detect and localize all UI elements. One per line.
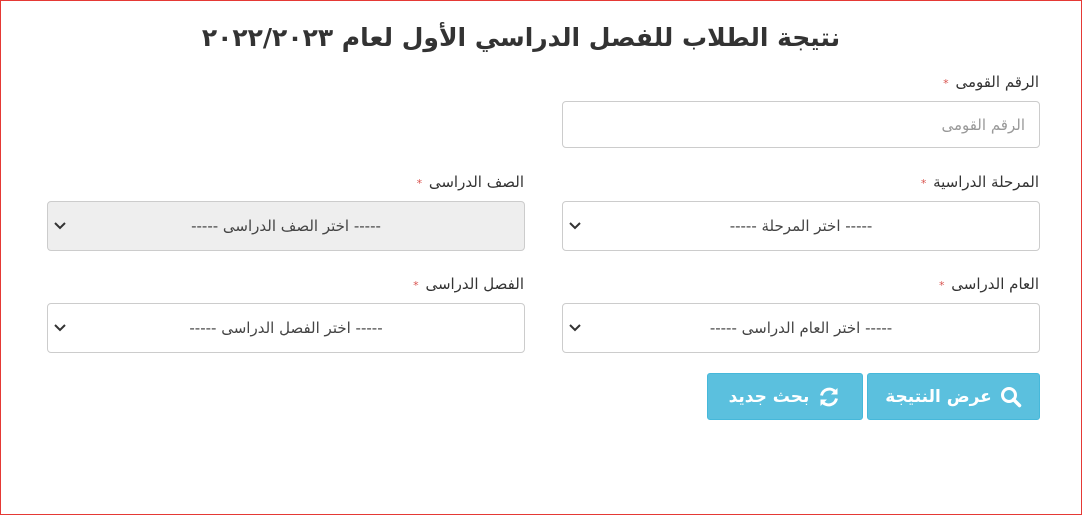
term-select-value: ----- اختر الفصل الدراسى ----- — [189, 319, 383, 337]
required-mark: * — [416, 177, 423, 190]
chevron-down-icon — [569, 324, 581, 332]
new-search-button[interactable]: بحث جديد — [707, 373, 863, 420]
chevron-down-icon — [569, 222, 581, 230]
stage-select[interactable]: ----- اختر المرحلة ----- — [562, 201, 1040, 251]
required-mark: * — [939, 279, 945, 292]
national-id-input[interactable] — [562, 101, 1040, 148]
search-icon — [1000, 386, 1022, 407]
stage-label: المرحلة الدراسية * — [920, 173, 1039, 191]
grade-select[interactable]: ----- اختر الصف الدراسى ----- — [47, 201, 525, 251]
form-container: نتيجة الطلاب للفصل الدراسي الأول لعام ٢٠… — [0, 0, 1082, 515]
show-result-button[interactable]: عرض النتيجة — [867, 373, 1040, 420]
required-mark: * — [920, 177, 927, 190]
national-id-label: الرقم القومى * — [943, 73, 1039, 91]
new-search-label: بحث جديد — [728, 386, 810, 407]
required-mark: * — [413, 279, 419, 292]
grade-select-value: ----- اختر الصف الدراسى ----- — [191, 217, 381, 235]
required-mark: * — [943, 77, 949, 90]
refresh-icon — [820, 387, 839, 406]
stage-select-value: ----- اختر المرحلة ----- — [729, 217, 873, 235]
year-select[interactable]: ----- اختر العام الدراسى ----- — [562, 303, 1040, 353]
page-title: نتيجة الطلاب للفصل الدراسي الأول لعام ٢٠… — [201, 23, 841, 52]
term-label: الفصل الدراسى * — [413, 275, 524, 293]
grade-label: الصف الدراسى * — [416, 173, 524, 191]
year-select-value: ----- اختر العام الدراسى ----- — [709, 319, 893, 337]
chevron-down-icon — [54, 324, 66, 332]
year-label: العام الدراسى * — [939, 275, 1039, 293]
chevron-down-icon — [54, 222, 66, 230]
show-result-label: عرض النتيجة — [885, 386, 992, 407]
term-select[interactable]: ----- اختر الفصل الدراسى ----- — [47, 303, 525, 353]
